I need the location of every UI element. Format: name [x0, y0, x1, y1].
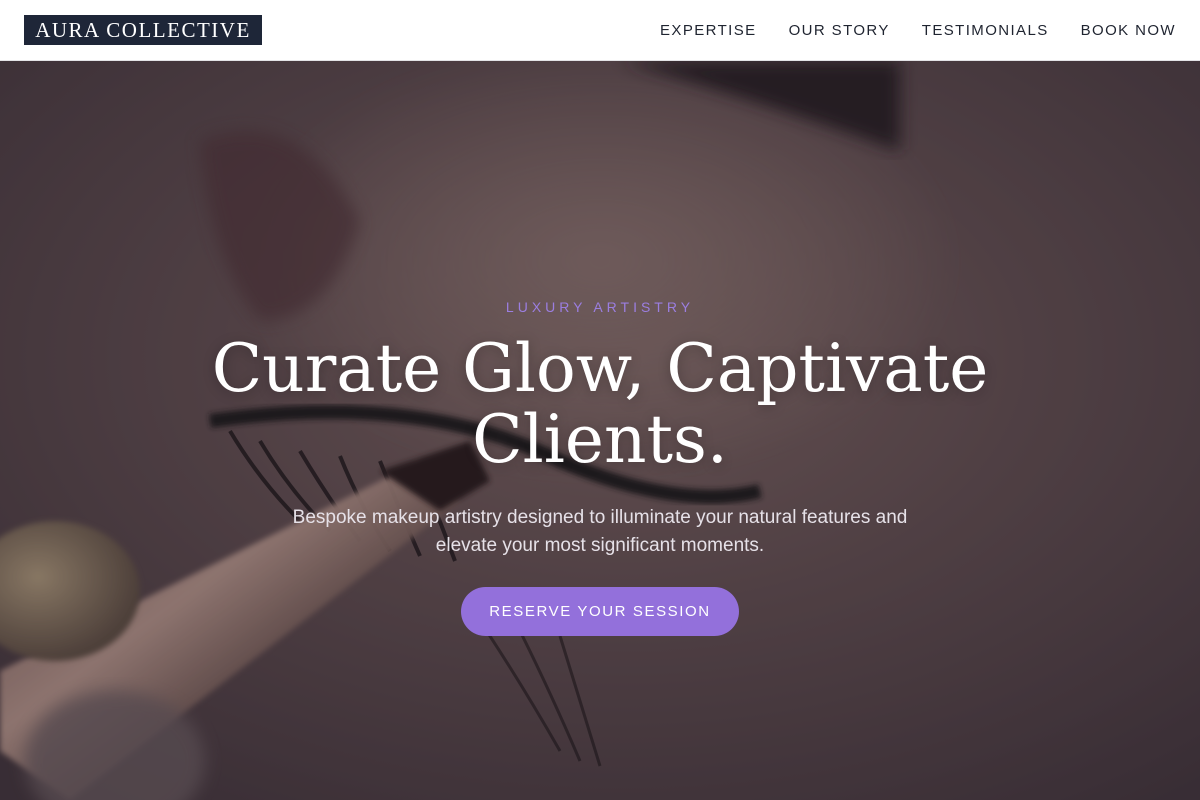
hero-content: LUXURY ARTISTRY Curate Glow, Captivate C… — [0, 61, 1200, 800]
hero-headline: Curate Glow, Captivate Clients. — [211, 330, 989, 478]
main-nav: EXPERTISE OUR STORY TESTIMONIALS BOOK NO… — [660, 0, 1176, 60]
nav-link-testimonials[interactable]: TESTIMONIALS — [922, 22, 1049, 39]
top-navbar: AURA COLLECTIVE EXPERTISE OUR STORY TEST… — [0, 0, 1200, 61]
hero-section: LUXURY ARTISTRY Curate Glow, Captivate C… — [0, 61, 1200, 800]
brand-logo[interactable]: AURA COLLECTIVE — [24, 15, 262, 45]
reserve-session-button[interactable]: RESERVE YOUR SESSION — [461, 587, 739, 636]
nav-link-expertise[interactable]: EXPERTISE — [660, 22, 757, 39]
hero-subtext: Bespoke makeup artistry designed to illu… — [292, 507, 908, 556]
nav-link-our-story[interactable]: OUR STORY — [789, 22, 890, 39]
hero-eyebrow: LUXURY ARTISTRY — [505, 299, 695, 315]
nav-link-book-now[interactable]: BOOK NOW — [1081, 22, 1176, 39]
